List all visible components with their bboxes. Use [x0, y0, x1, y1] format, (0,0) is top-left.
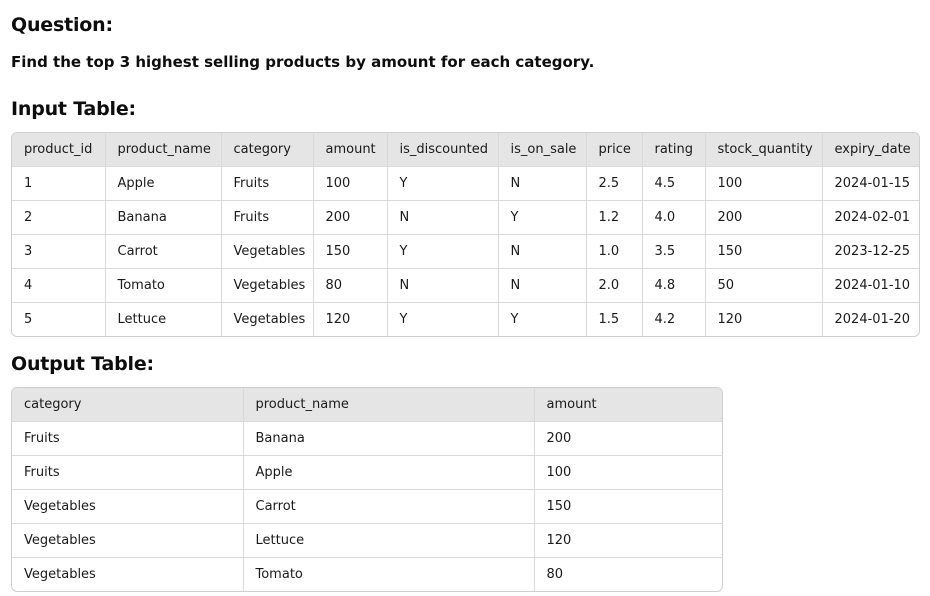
- table-row: Fruits Apple 100: [12, 455, 722, 490]
- output-table: category product_name amount Fruits Bana…: [11, 387, 723, 592]
- column-header: amount: [313, 133, 388, 167]
- table-cell: 5: [12, 302, 106, 336]
- table-cell: Carrot: [243, 489, 535, 524]
- column-header: category: [221, 133, 314, 167]
- table-cell: N: [498, 234, 587, 269]
- column-header: stock_quantity: [705, 133, 823, 167]
- question-heading: Question:: [11, 14, 113, 36]
- input-table-header-row: product_id product_name category amount …: [12, 133, 919, 167]
- table-cell: 3: [12, 234, 106, 269]
- table-cell: Lettuce: [105, 302, 222, 336]
- table-cell: 4.8: [642, 268, 706, 303]
- table-cell: 2024-02-01: [822, 200, 919, 235]
- table-cell: 120: [705, 302, 823, 336]
- table-cell: 3.5: [642, 234, 706, 269]
- table-cell: 2.0: [586, 268, 643, 303]
- column-header: price: [586, 133, 643, 167]
- question-text: Find the top 3 highest selling products …: [11, 53, 595, 71]
- table-cell: 50: [705, 268, 823, 303]
- table-cell: 2023-12-25: [822, 234, 919, 269]
- column-header: expiry_date: [822, 133, 919, 167]
- table-cell: Vegetables: [12, 523, 244, 558]
- table-cell: 2024-01-20: [834, 312, 911, 327]
- table-cell: Apple: [243, 455, 535, 490]
- table-cell: 120: [534, 523, 722, 558]
- table-cell: 1.2: [586, 200, 643, 235]
- table-cell: Y: [387, 302, 499, 336]
- column-header: is_discounted: [387, 133, 499, 167]
- table-cell: Fruits: [221, 166, 314, 201]
- table-cell: 1.0: [586, 234, 643, 269]
- table-cell: 100: [534, 455, 722, 490]
- input-table: product_id product_name category amount …: [11, 132, 920, 337]
- table-cell: Lettuce: [243, 523, 535, 558]
- table-cell: 2024-01-15: [822, 166, 919, 201]
- table-cell: 80: [546, 567, 564, 582]
- table-cell: 2: [12, 200, 106, 235]
- table-cell: Y: [387, 166, 499, 201]
- table-cell: Y: [498, 302, 587, 336]
- table-cell: Fruits: [12, 455, 244, 490]
- table-cell: Banana: [243, 421, 535, 456]
- table-cell: Y: [387, 234, 499, 269]
- column-header: product_name: [243, 388, 535, 422]
- table-cell: 4.2: [642, 302, 706, 336]
- table-row: 2 Banana Fruits 200 N Y 1.2 4.0 200 2024…: [12, 200, 919, 235]
- table-cell: N: [498, 166, 587, 201]
- table-cell: N: [387, 200, 499, 235]
- table-cell: 200: [534, 421, 722, 456]
- table-cell: 150: [313, 234, 388, 269]
- table-cell: 1.5: [586, 302, 643, 336]
- table-cell: 4: [12, 268, 106, 303]
- column-header: amount: [534, 388, 722, 422]
- table-cell: Fruits: [12, 421, 244, 456]
- table-cell: Vegetables: [12, 489, 244, 524]
- table-cell: 150: [534, 489, 722, 524]
- table-cell: 200: [705, 200, 823, 235]
- table-cell: 2024-01-10: [822, 268, 919, 303]
- table-cell: 4.5: [642, 166, 706, 201]
- column-header: category: [12, 388, 244, 422]
- table-cell: 200: [313, 200, 388, 235]
- table-cell: Y: [498, 200, 587, 235]
- column-header: product_name: [105, 133, 222, 167]
- table-cell: Banana: [105, 200, 222, 235]
- table-cell: Vegetables: [12, 557, 244, 591]
- table-row: 1 Apple Fruits 100 Y N 2.5 4.5 100 2024-…: [12, 166, 919, 201]
- output-table-header-row: category product_name amount: [12, 388, 722, 422]
- table-row: Vegetables Carrot 150: [12, 489, 722, 524]
- column-header: product_id: [12, 133, 106, 167]
- table-cell: 150: [705, 234, 823, 269]
- table-cell: Tomato: [105, 268, 222, 303]
- column-header: rating: [642, 133, 706, 167]
- column-header: is_on_sale: [498, 133, 587, 167]
- table-cell: 4.0: [642, 200, 706, 235]
- table-cell: Tomato: [243, 557, 535, 591]
- table-cell: N: [498, 268, 587, 303]
- table-cell: Vegetables: [221, 234, 314, 269]
- table-cell: Carrot: [105, 234, 222, 269]
- table-row: 4 Tomato Vegetables 80 N N 2.0 4.8 50 20…: [12, 268, 919, 303]
- table-row: Fruits Banana 200: [12, 421, 722, 456]
- table-row: Vegetables Lettuce 120: [12, 523, 722, 558]
- input-table-heading: Input Table:: [11, 98, 136, 120]
- table-cell: N: [387, 268, 499, 303]
- output-table-heading: Output Table:: [11, 353, 154, 375]
- table-cell: 100: [313, 166, 388, 201]
- table-cell: 2.5: [586, 166, 643, 201]
- table-row: 3 Carrot Vegetables 150 Y N 1.0 3.5 150 …: [12, 234, 919, 269]
- table-cell: Fruits: [221, 200, 314, 235]
- table-row: Vegetables Tomato 80: [12, 557, 722, 591]
- table-cell: 80: [313, 268, 388, 303]
- table-cell: 100: [705, 166, 823, 201]
- table-cell: 120: [313, 302, 388, 336]
- table-cell: Vegetables: [221, 302, 314, 336]
- table-cell: Vegetables: [221, 268, 314, 303]
- table-cell: 1: [12, 166, 106, 201]
- table-cell: Apple: [105, 166, 222, 201]
- table-row: 5 Lettuce Vegetables 120 Y Y 1.5 4.2 120…: [12, 302, 919, 336]
